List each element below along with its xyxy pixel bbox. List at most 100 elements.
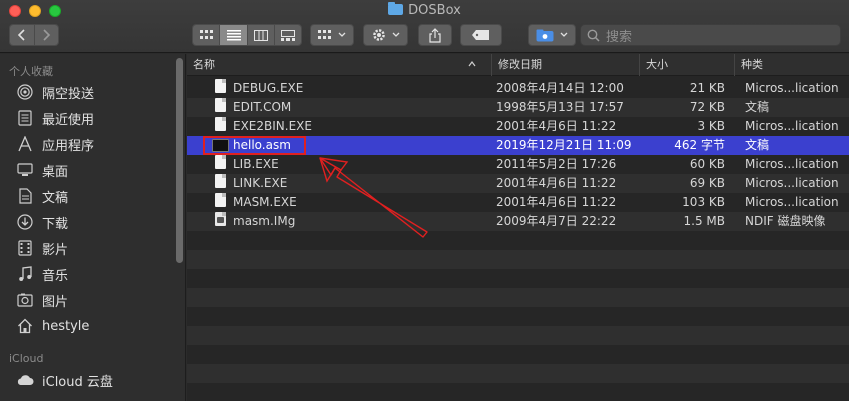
recents-icon — [16, 109, 34, 127]
gallery-view-button[interactable] — [275, 25, 301, 45]
document-icon — [215, 79, 226, 93]
sidebar-item-home[interactable]: hestyle — [16, 315, 176, 337]
file-row[interactable]: DEBUG.EXE 2008年4月14日 12:00 21 KB Micros.… — [187, 79, 849, 98]
window-titlebar: DOSBox 搜索 — [0, 0, 849, 53]
file-kind: Micros...lication — [745, 81, 839, 95]
sidebar-item-applications[interactable]: 应用程序 — [16, 133, 176, 155]
documents-icon — [16, 187, 34, 205]
sidebar-item-music[interactable]: 音乐 — [16, 263, 176, 285]
sidebar-item-label: 音乐 — [42, 268, 69, 284]
file-list-pane: 名称 修改日期 大小 种类 DEBUG.EXE 2008年4月14日 12:00… — [187, 54, 849, 401]
disk-image-icon — [215, 212, 226, 226]
file-size: 72 KB — [689, 100, 725, 114]
sort-ascending-icon — [468, 61, 476, 67]
search-field[interactable]: 搜索 — [580, 24, 841, 46]
icon-view-button[interactable] — [193, 25, 220, 45]
column-view-icon — [254, 29, 268, 41]
share-icon — [429, 27, 441, 43]
sidebar-item-desktop[interactable]: 桌面 — [16, 159, 176, 181]
music-icon — [16, 265, 34, 283]
list-view-icon — [226, 29, 241, 40]
file-size: 60 KB — [689, 157, 725, 171]
sidebar-item-recents[interactable]: 最近使用 — [16, 107, 176, 129]
sidebar-item-movies[interactable]: 影片 — [16, 237, 176, 259]
file-row[interactable]: EXE2BIN.EXE 2001年4月6日 11:22 3 KB Micros.… — [187, 117, 849, 136]
file-date: 2001年4月6日 11:22 — [496, 176, 617, 190]
chevron-right-icon — [43, 29, 51, 41]
movies-icon — [16, 239, 34, 257]
file-size: 3 KB — [697, 119, 725, 133]
file-name: LIB.EXE — [233, 157, 279, 171]
column-header-name[interactable]: 名称 — [187, 54, 491, 76]
highlight-box — [203, 136, 306, 155]
tag-button[interactable] — [460, 24, 502, 46]
empty-row — [187, 364, 849, 383]
sidebar-item-label: 影片 — [42, 242, 69, 258]
grid-icon — [318, 29, 331, 39]
empty-row — [187, 307, 849, 326]
file-row[interactable]: masm.IMg 2009年4月7日 22:22 1.5 MB NDIF 磁盘映… — [187, 212, 849, 231]
file-size: 69 KB — [689, 176, 725, 190]
column-header-date[interactable]: 修改日期 — [491, 54, 639, 76]
action-menu-button[interactable] — [363, 24, 408, 46]
airdrop-icon — [16, 83, 34, 101]
group-by-button[interactable] — [310, 24, 354, 46]
sidebar-item-label: 文稿 — [42, 190, 69, 206]
file-date: 2019年12月21日 11:09 — [496, 138, 632, 152]
cloud-drive-button[interactable] — [528, 24, 576, 46]
file-rows: DEBUG.EXE 2008年4月14日 12:00 21 KB Micros.… — [187, 79, 849, 383]
file-date: 2001年4月6日 11:22 — [496, 119, 617, 133]
navigation-buttons — [9, 24, 59, 46]
sidebar-item-label: 最近使用 — [42, 112, 95, 128]
home-icon — [16, 317, 34, 335]
folder-icon — [388, 2, 404, 15]
file-row[interactable]: MASM.EXE 2001年4月6日 11:22 103 KB Micros..… — [187, 193, 849, 212]
applications-icon — [16, 135, 34, 153]
file-name: masm.IMg — [233, 214, 296, 228]
pictures-icon — [16, 291, 34, 309]
file-date: 2009年4月7日 22:22 — [496, 214, 617, 228]
column-header-kind-label: 种类 — [741, 58, 763, 71]
file-row[interactable]: EDIT.COM 1998年5月13日 17:57 72 KB 文稿 — [187, 98, 849, 117]
share-button[interactable] — [418, 24, 452, 46]
cloud-drive-icon — [536, 29, 554, 41]
search-icon — [587, 29, 600, 42]
sidebar-item-label: 隔空投送 — [42, 86, 95, 102]
sidebar-item-pictures[interactable]: 图片 — [16, 289, 176, 311]
file-kind: Micros...lication — [745, 157, 839, 171]
file-size: 103 KB — [682, 195, 725, 209]
file-size: 1.5 MB — [683, 214, 725, 228]
empty-row — [187, 250, 849, 269]
downloads-icon — [16, 213, 34, 231]
sidebar-item-airdrop[interactable]: 隔空投送 — [16, 81, 176, 103]
sidebar-item-label: hestyle — [42, 318, 90, 334]
file-date: 2008年4月14日 12:00 — [496, 81, 624, 95]
sidebar-item-label: 应用程序 — [42, 138, 95, 154]
empty-row — [187, 231, 849, 250]
forward-button[interactable] — [34, 25, 58, 45]
sidebar-item-downloads[interactable]: 下载 — [16, 211, 176, 233]
sidebar: 个人收藏 隔空投送 最近使用 应用程序 桌面 文稿 下载 影片 音乐 图片 he… — [0, 54, 186, 401]
column-header: 名称 修改日期 大小 种类 — [187, 54, 849, 76]
column-header-name-label: 名称 — [193, 58, 215, 71]
file-name: EDIT.COM — [233, 100, 292, 114]
list-view-button[interactable] — [220, 25, 248, 45]
column-header-size-label: 大小 — [646, 58, 668, 71]
file-kind: NDIF 磁盘映像 — [745, 214, 826, 228]
file-kind: 文稿 — [745, 138, 770, 152]
document-icon — [215, 155, 226, 169]
file-date: 1998年5月13日 17:57 — [496, 100, 624, 114]
file-row-selected[interactable]: hello.asm 2019年12月21日 11:09 462 字节 文稿 — [187, 136, 849, 155]
column-view-button[interactable] — [248, 25, 275, 45]
view-mode-selector — [192, 24, 302, 46]
sidebar-scrollbar[interactable] — [176, 58, 183, 263]
back-button[interactable] — [10, 25, 35, 45]
sidebar-item-icloud-drive[interactable]: iCloud 云盘 — [16, 369, 176, 391]
file-size: 462 字节 — [674, 138, 725, 152]
chevron-down-icon — [560, 32, 568, 37]
file-row[interactable]: LIB.EXE 2011年5月2日 17:26 60 KB Micros...l… — [187, 155, 849, 174]
column-header-kind[interactable]: 种类 — [734, 54, 849, 76]
sidebar-item-documents[interactable]: 文稿 — [16, 185, 176, 207]
column-header-size[interactable]: 大小 — [639, 54, 734, 76]
file-row[interactable]: LINK.EXE 2001年4月6日 11:22 69 KB Micros...… — [187, 174, 849, 193]
